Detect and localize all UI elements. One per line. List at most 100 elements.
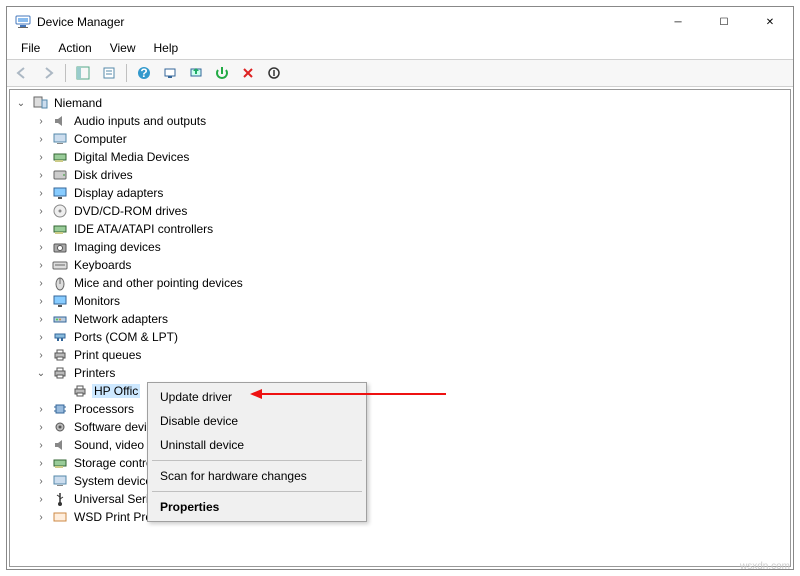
window-controls: ─ ☐ ✕: [655, 7, 793, 37]
expand-arrow-icon[interactable]: ›: [34, 512, 48, 523]
card-icon: [52, 455, 68, 471]
port-icon: [52, 329, 68, 345]
window-title: Device Manager: [37, 15, 655, 29]
menu-view[interactable]: View: [102, 39, 144, 57]
tree-node[interactable]: › Audio inputs and outputs: [12, 112, 788, 130]
tree-node[interactable]: › Digital Media Devices: [12, 148, 788, 166]
expand-arrow-icon[interactable]: ›: [34, 458, 48, 469]
forward-button[interactable]: [37, 62, 59, 84]
tree-node[interactable]: › Software devices: [12, 418, 788, 436]
tree-node-label: Display adapters: [72, 186, 165, 200]
expand-arrow-icon[interactable]: ›: [34, 134, 48, 145]
card-icon: [52, 149, 68, 165]
device-tree-pane[interactable]: ⌄ Niemand › Audio inputs and outputs › C…: [9, 89, 791, 567]
titlebar: Device Manager ─ ☐ ✕: [7, 7, 793, 37]
camera-icon: [52, 239, 68, 255]
context-menu: Update driver Disable device Uninstall d…: [147, 382, 367, 522]
menu-file[interactable]: File: [13, 39, 48, 57]
expand-arrow-icon[interactable]: ›: [34, 404, 48, 415]
expand-arrow-icon[interactable]: ›: [34, 422, 48, 433]
tree-node[interactable]: › Storage controllers: [12, 454, 788, 472]
expand-arrow-icon[interactable]: ›: [34, 314, 48, 325]
tree-node-label: Keyboards: [72, 258, 133, 272]
expand-arrow-icon[interactable]: ›: [34, 350, 48, 361]
tree-node[interactable]: › Ports (COM & LPT): [12, 328, 788, 346]
tree-node[interactable]: › Print queues: [12, 346, 788, 364]
annotation-arrow-icon: [250, 386, 450, 402]
tree-node-label: Digital Media Devices: [72, 150, 191, 164]
expand-arrow-icon[interactable]: ›: [34, 332, 48, 343]
ctx-properties[interactable]: Properties: [150, 495, 364, 519]
menubar: File Action View Help: [7, 37, 793, 59]
collapse-arrow-icon[interactable]: ⌄: [34, 368, 48, 379]
tree-node[interactable]: › Mice and other pointing devices: [12, 274, 788, 292]
printer-icon: [52, 347, 68, 363]
collapse-arrow-icon[interactable]: ⌄: [14, 98, 28, 109]
expand-arrow-icon[interactable]: ›: [34, 224, 48, 235]
disable-device-button[interactable]: [263, 62, 285, 84]
ctx-disable-device[interactable]: Disable device: [150, 409, 364, 433]
menu-action[interactable]: Action: [50, 39, 99, 57]
expand-arrow-icon[interactable]: ›: [34, 260, 48, 271]
help-button[interactable]: ?: [133, 62, 155, 84]
disk-icon: [52, 167, 68, 183]
back-button[interactable]: [11, 62, 33, 84]
tree-root-node[interactable]: ⌄ Niemand: [12, 94, 788, 112]
tree-node[interactable]: › System devices: [12, 472, 788, 490]
close-button[interactable]: ✕: [747, 7, 793, 37]
tree-node[interactable]: › Universal Serial Bus controllers: [12, 490, 788, 508]
speaker-icon: [52, 437, 68, 453]
pc-icon: [32, 95, 48, 111]
menu-help[interactable]: Help: [146, 39, 187, 57]
devmgr-icon: [15, 14, 31, 30]
expand-arrow-icon[interactable]: ›: [34, 206, 48, 217]
tree-node[interactable]: › IDE ATA/ATAPI controllers: [12, 220, 788, 238]
tree-node[interactable]: › Processors: [12, 400, 788, 418]
expand-arrow-icon[interactable]: ›: [34, 242, 48, 253]
tree-node-label: Processors: [72, 402, 136, 416]
printer-icon: [52, 365, 68, 381]
ctx-uninstall-device[interactable]: Uninstall device: [150, 433, 364, 457]
maximize-button[interactable]: ☐: [701, 7, 747, 37]
expand-arrow-icon[interactable]: ›: [34, 116, 48, 127]
expand-arrow-icon[interactable]: ›: [34, 440, 48, 451]
uninstall-device-button[interactable]: [237, 62, 259, 84]
computer-icon: [52, 131, 68, 147]
expand-arrow-icon[interactable]: ›: [34, 188, 48, 199]
toolbar: ?: [7, 59, 793, 87]
tree-node[interactable]: › Computer: [12, 130, 788, 148]
expand-arrow-icon[interactable]: ›: [34, 476, 48, 487]
properties-button[interactable]: [98, 62, 120, 84]
tree-node-label: Disk drives: [72, 168, 135, 182]
computer-icon: [52, 473, 68, 489]
tree-node[interactable]: › Keyboards: [12, 256, 788, 274]
tree-node[interactable]: › WSD Print Provider: [12, 508, 788, 526]
tree-node[interactable]: › Monitors: [12, 292, 788, 310]
update-driver-button[interactable]: [185, 62, 207, 84]
expand-arrow-icon[interactable]: ›: [34, 494, 48, 505]
tree-node-label: HP Offic: [92, 384, 140, 398]
speaker-icon: [52, 113, 68, 129]
expand-arrow-icon[interactable]: ›: [34, 152, 48, 163]
tree-node[interactable]: › DVD/CD-ROM drives: [12, 202, 788, 220]
tree-node[interactable]: ⌄ Printers: [12, 364, 788, 382]
ctx-scan-hardware[interactable]: Scan for hardware changes: [150, 464, 364, 488]
watermark: wsxdn.com: [740, 561, 790, 572]
mouse-icon: [52, 275, 68, 291]
tree-node[interactable]: › Network adapters: [12, 310, 788, 328]
tree-node[interactable]: › Imaging devices: [12, 238, 788, 256]
usb-icon: [52, 491, 68, 507]
keyboard-icon: [52, 257, 68, 273]
expand-arrow-icon[interactable]: ›: [34, 278, 48, 289]
tree-node[interactable]: › Sound, video and game controllers: [12, 436, 788, 454]
tree-node[interactable]: › Display adapters: [12, 184, 788, 202]
tree-node[interactable]: › Disk drives: [12, 166, 788, 184]
tree-node-label: Mice and other pointing devices: [72, 276, 245, 290]
expand-arrow-icon[interactable]: ›: [34, 296, 48, 307]
minimize-button[interactable]: ─: [655, 7, 701, 37]
ctx-separator: [152, 460, 362, 461]
show-hide-tree-button[interactable]: [72, 62, 94, 84]
expand-arrow-icon[interactable]: ›: [34, 170, 48, 181]
scan-hardware-button[interactable]: [159, 62, 181, 84]
enable-device-button[interactable]: [211, 62, 233, 84]
